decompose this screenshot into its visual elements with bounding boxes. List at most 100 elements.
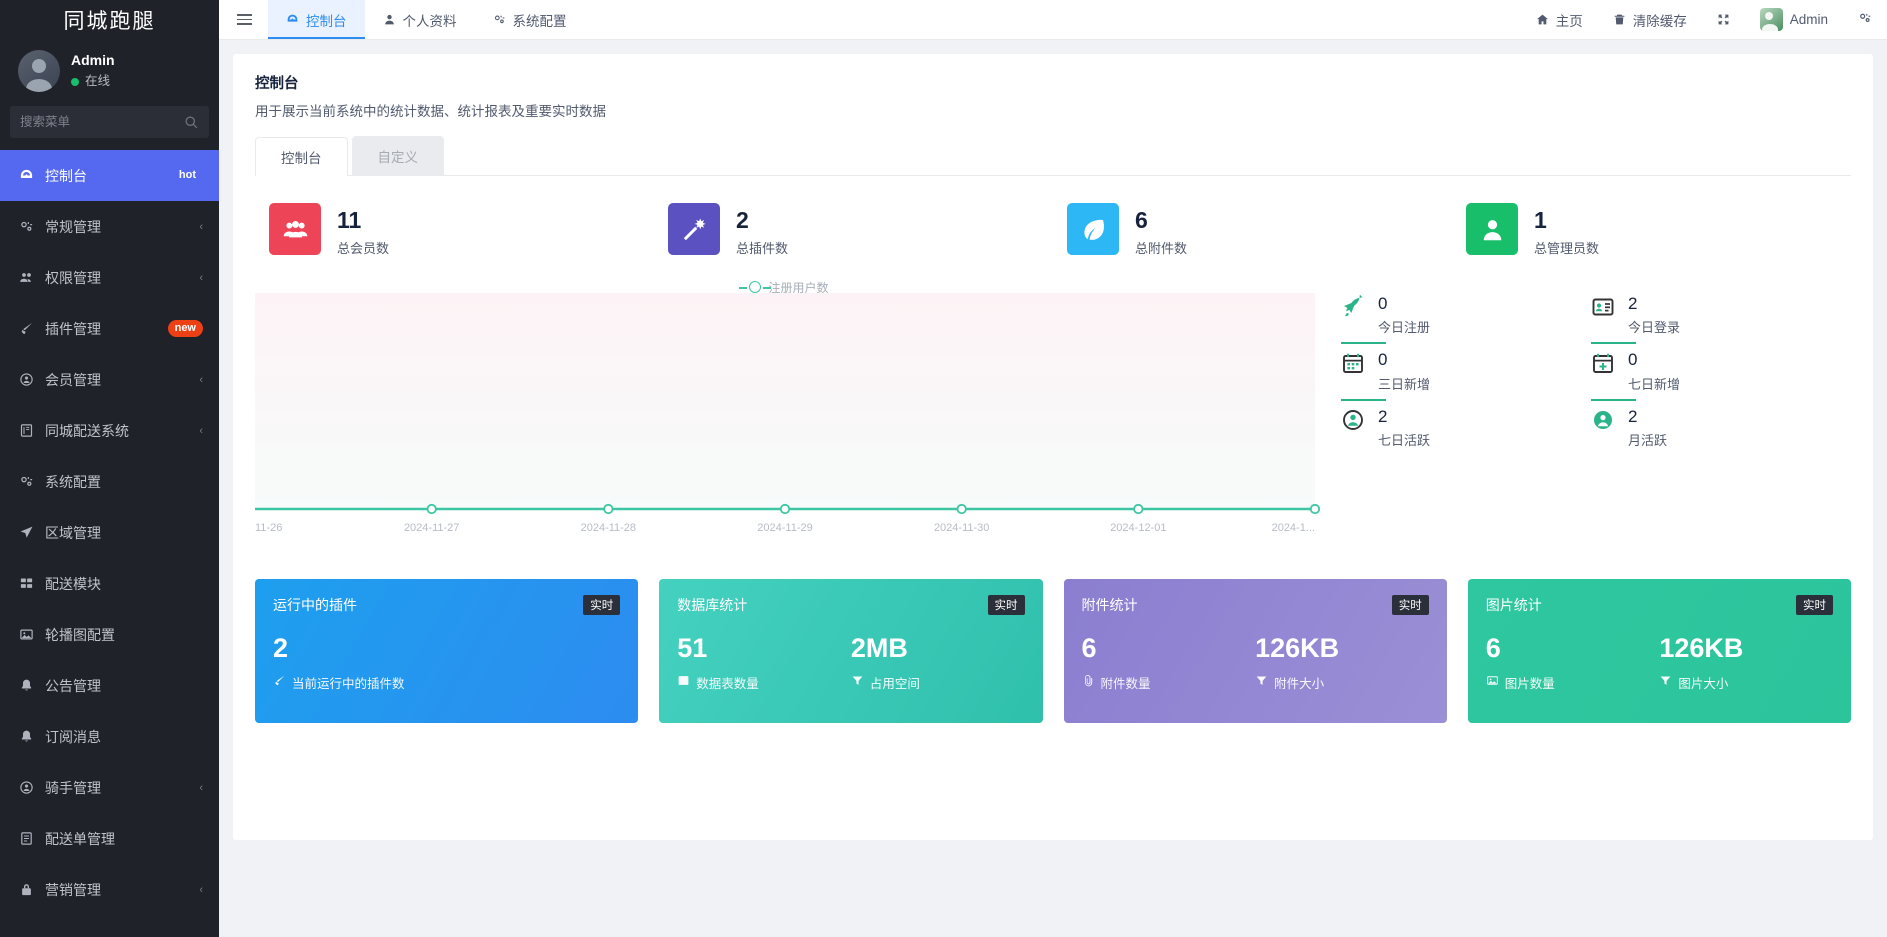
user-icon xyxy=(383,12,396,27)
metric-value: 2 xyxy=(1378,406,1388,426)
summary-entry-0: 2 当前运行中的插件数 xyxy=(273,633,620,692)
settings-button[interactable] xyxy=(1843,0,1887,39)
sidebar-search xyxy=(0,106,219,150)
sidebar-item-3[interactable]: 插件管理 new xyxy=(0,303,219,354)
topbar-tab-0[interactable]: 控制台 xyxy=(268,0,365,39)
sidebar-item-4[interactable]: 会员管理 ‹ xyxy=(0,354,219,405)
summary-card-3[interactable]: 图片统计 实时 6 图片数量 126KB 图片大小 xyxy=(1467,578,1851,723)
cog-icon xyxy=(18,219,35,234)
topbar-tab-label: 个人资料 xyxy=(402,13,457,29)
user-circle-icon xyxy=(18,780,35,795)
metric-1[interactable]: 2 今日登录 xyxy=(1591,293,1841,350)
account-menu[interactable]: Admin xyxy=(1745,0,1843,39)
chart-x-axis: 11-26 2024-11-27 2024-11-28 2024-11-29 2024-… xyxy=(255,503,1321,534)
stat-label: 总管理员数 xyxy=(1534,240,1600,256)
summary-value: 126KB xyxy=(1659,632,1744,663)
sidebar-item-label: 公告管理 xyxy=(45,677,101,694)
stat-card-1[interactable]: 2 总插件数 xyxy=(654,202,1053,257)
sidebar-item-label: 控制台 xyxy=(45,167,87,184)
search-icon[interactable] xyxy=(184,115,199,130)
topbar-action-label: 主页 xyxy=(1555,13,1583,29)
sidebar-item-12[interactable]: 骑手管理 ‹ xyxy=(0,762,219,813)
sidebar-item-1[interactable]: 常规管理 ‹ xyxy=(0,201,219,252)
rocket-icon xyxy=(1341,293,1367,322)
stat-label: 总插件数 xyxy=(736,240,789,256)
sidebar-item-6[interactable]: 系统配置 xyxy=(0,456,219,507)
main-area: 控制台 个人资料 系统配置 主页 清除缓存 Admin 控制台 用于展示当前系统中的统计… xyxy=(219,0,1887,937)
topbar-tab-1[interactable]: 个人资料 xyxy=(365,0,475,39)
metric-label: 七日新增 xyxy=(1628,376,1681,392)
chevron-right-icon: ‹ xyxy=(199,424,203,437)
sidebar-item-11[interactable]: 订阅消息 xyxy=(0,711,219,762)
summary-entry-0: 51 数据表数量 xyxy=(677,633,851,692)
stat-card-2[interactable]: 6 总附件数 xyxy=(1053,202,1452,257)
topbar-action-home[interactable]: 主页 xyxy=(1521,0,1598,39)
page-tab-1[interactable]: 自定义 xyxy=(351,136,444,175)
metric-0[interactable]: 0 今日注册 xyxy=(1341,293,1591,350)
summary-entry-0: 6 附件数量 xyxy=(1082,633,1256,692)
sidebar-item-10[interactable]: 公告管理 xyxy=(0,660,219,711)
app-root: 同城跑腿 Admin 在线 控制台 hot 常规管理 ‹ 权限管理 ‹ 插件管理 new 会员管… xyxy=(0,0,1887,937)
summary-entry-1: 2MB 占用空间 xyxy=(851,633,1025,692)
metric-5[interactable]: 2 月活跃 xyxy=(1591,406,1841,463)
summary-card-1[interactable]: 数据库统计 实时 51 数据表数量 2MB 占用空间 xyxy=(659,578,1043,723)
gear-icon xyxy=(1858,11,1872,28)
plug-icon xyxy=(18,321,35,336)
fullscreen-icon xyxy=(1717,12,1730,27)
page-tab-0[interactable]: 控制台 xyxy=(255,137,348,176)
summary-card-2[interactable]: 附件统计 实时 6 附件数量 126KB 附件大小 xyxy=(1063,578,1447,723)
summary-card-0[interactable]: 运行中的插件 实时 2 当前运行中的插件数 xyxy=(255,578,639,723)
sidebar-item-0[interactable]: 控制台 hot xyxy=(0,150,219,201)
sidebar-item-14[interactable]: 营销管理 ‹ xyxy=(0,864,219,915)
summary-card-title: 附件统计 xyxy=(1081,596,1138,613)
topbar-action-fullscreen[interactable] xyxy=(1702,0,1745,39)
dashboard-icon xyxy=(18,168,35,183)
metric-label: 今日登录 xyxy=(1628,320,1681,336)
sidebar-item-9[interactable]: 轮播图配置 xyxy=(0,609,219,660)
sidebar-menu: 控制台 hot 常规管理 ‹ 权限管理 ‹ 插件管理 new 会员管理 ‹ 同城配送系统 ‹ 系统配置区… xyxy=(0,150,219,937)
topbar-tab-2[interactable]: 系统配置 xyxy=(475,0,585,39)
registration-chart[interactable]: 注册用户数 11-26 2024-11-27 2024-11-28 2024-11-2… xyxy=(255,271,1323,571)
book-icon xyxy=(18,423,35,438)
stat-card-0[interactable]: 11 总会员数 xyxy=(255,202,654,257)
metric-value: 2 xyxy=(1628,293,1638,313)
group-icon xyxy=(269,203,321,256)
menu-toggle-icon[interactable] xyxy=(219,14,268,25)
user-status-label: 在线 xyxy=(85,74,111,89)
svg-text:2024-11-29: 2024-11-29 xyxy=(757,522,812,534)
summary-card-header: 运行中的插件 实时 xyxy=(273,594,621,615)
metric-label: 三日新增 xyxy=(1378,376,1431,392)
page-title: 控制台 xyxy=(255,76,299,92)
chevron-right-icon: ‹ xyxy=(199,220,203,233)
summary-value: 2 xyxy=(273,632,289,663)
sidebar-item-13[interactable]: 配送单管理 xyxy=(0,813,219,864)
table-icon xyxy=(677,674,690,690)
metric-3[interactable]: 0 七日新增 xyxy=(1591,349,1841,406)
stat-card-3[interactable]: 1 总管理员数 xyxy=(1452,202,1851,257)
summary-value: 51 xyxy=(677,632,708,663)
topbar-action-trash[interactable]: 清除缓存 xyxy=(1598,0,1702,39)
sidebar-user[interactable]: Admin 在线 xyxy=(0,40,219,106)
summary-card-values: 51 数据表数量 2MB 占用空间 xyxy=(677,633,1024,692)
id-card-icon xyxy=(1591,293,1617,322)
summary-card-header: 数据库统计 实时 xyxy=(677,594,1025,615)
page-tabs: 控制台 自定义 xyxy=(255,136,1851,176)
search-box[interactable] xyxy=(10,106,209,138)
page-tab-label: 控制台 xyxy=(281,151,322,166)
image-icon xyxy=(1486,674,1499,690)
metric-4[interactable]: 2 七日活跃 xyxy=(1341,406,1591,463)
summary-card-title: 运行中的插件 xyxy=(273,596,357,613)
metric-2[interactable]: 0 三日新增 xyxy=(1341,349,1591,406)
sidebar-item-8[interactable]: 配送模块 xyxy=(0,558,219,609)
summary-sublabel: 占用空间 xyxy=(851,673,1025,692)
sidebar-item-2[interactable]: 权限管理 ‹ xyxy=(0,252,219,303)
sidebar-badge: new xyxy=(167,320,203,337)
sidebar-item-7[interactable]: 区域管理 xyxy=(0,507,219,558)
summary-card-header: 附件统计 实时 xyxy=(1081,594,1429,615)
sidebar-item-label: 会员管理 xyxy=(45,371,101,388)
search-input[interactable] xyxy=(20,115,184,129)
topbar-tab-label: 系统配置 xyxy=(512,13,567,29)
stat-cards-row: 11 总会员数 2 总插件数 6 总附件数 1 总管理员数 xyxy=(255,176,1851,267)
location-icon xyxy=(18,525,35,540)
sidebar-item-5[interactable]: 同城配送系统 ‹ xyxy=(0,405,219,456)
